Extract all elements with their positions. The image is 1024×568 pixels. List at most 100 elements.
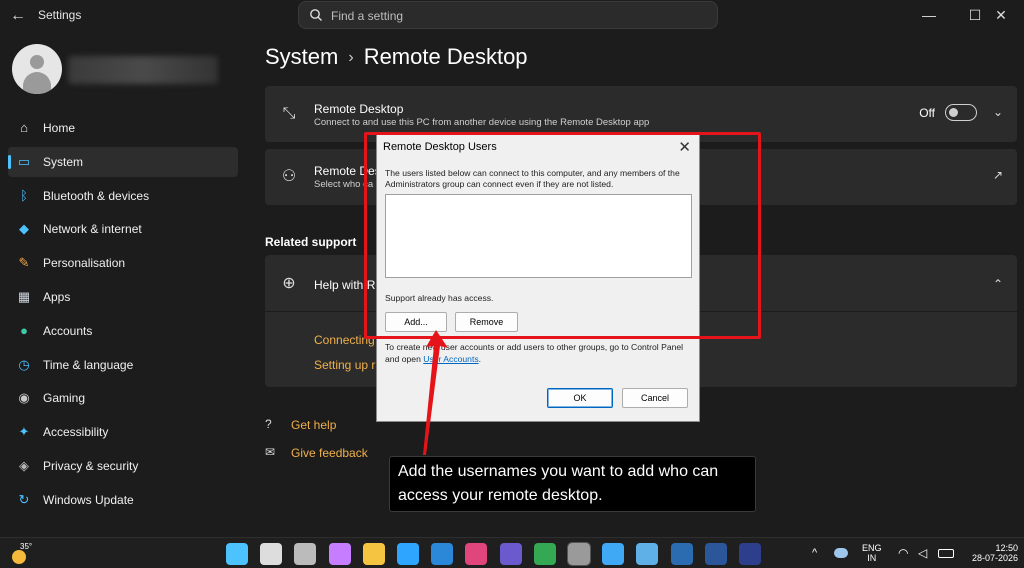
accounts-icon: ● bbox=[20, 322, 28, 338]
sidebar-item-bluetooth-devices[interactable]: ᛒ Bluetooth & devices bbox=[8, 181, 238, 211]
clock[interactable]: 12:50 28-07-2026 bbox=[958, 543, 1018, 563]
help-icon: ? bbox=[265, 417, 272, 431]
search-input[interactable] bbox=[331, 6, 701, 26]
clock-globe-icon: ◷ bbox=[18, 356, 30, 372]
brush-icon: ✎ bbox=[18, 255, 30, 271]
copilot-icon[interactable] bbox=[328, 543, 351, 565]
sidebar-item-label: Apps bbox=[43, 289, 71, 304]
globe-icon: ⊕ bbox=[282, 275, 296, 292]
support-note: Support already has access. bbox=[385, 293, 494, 303]
remote-desktop-users-title: Remote Des bbox=[314, 164, 381, 178]
sidebar-item-label: Windows Update bbox=[43, 492, 134, 507]
breadcrumb-separator: › bbox=[348, 49, 354, 66]
chevron-down-icon[interactable]: ⌄ bbox=[993, 105, 1003, 119]
remote-desktop-users-dialog: Remote Desktop Users ✕ The users listed … bbox=[376, 134, 700, 422]
cancel-button[interactable]: Cancel bbox=[622, 388, 688, 408]
sidebar-item-accounts[interactable]: ● Accounts bbox=[8, 316, 238, 346]
taskbar: 35° ^ ENG IN ◠ ◁ 12:50 28-07-2026 bbox=[0, 537, 1024, 568]
sidebar-item-label: Network & internet bbox=[43, 222, 142, 237]
username-redacted bbox=[68, 56, 218, 84]
system-icon: ▭ bbox=[17, 153, 31, 169]
user-accounts-link[interactable]: User Accounts bbox=[423, 354, 478, 364]
minimize-button[interactable]: — bbox=[906, 2, 952, 28]
sidebar-item-label: Bluetooth & devices bbox=[43, 188, 150, 203]
sidebar-item-label: Accounts bbox=[43, 323, 93, 338]
edge-icon[interactable] bbox=[397, 543, 419, 565]
sidebar-item-network-internet[interactable]: ◆ Network & internet bbox=[8, 214, 238, 244]
weather-icon bbox=[12, 550, 26, 564]
settings-icon[interactable] bbox=[567, 542, 591, 566]
accessibility-icon: ✦ bbox=[18, 424, 30, 440]
annotation-callout: Add the usernames you want to add who ca… bbox=[389, 456, 756, 512]
dialog-close-icon[interactable]: ✕ bbox=[678, 138, 691, 156]
remote-desktop-toggle[interactable] bbox=[945, 104, 977, 121]
word-icon[interactable] bbox=[704, 543, 727, 565]
chrome-icon[interactable] bbox=[533, 543, 556, 565]
help-link-connecting[interactable]: Connecting bbox=[314, 333, 375, 347]
paint-icon[interactable] bbox=[636, 543, 659, 565]
sidebar-item-apps[interactable]: ▦ Apps bbox=[8, 282, 238, 312]
home-icon: ⌂ bbox=[20, 120, 28, 135]
title-bar: ← Settings — ☐ ✕ bbox=[0, 0, 1024, 32]
remote-desktop-users-subtitle: Select who ca bbox=[314, 179, 374, 190]
slack-icon[interactable] bbox=[465, 543, 488, 565]
sidebar-item-label: System bbox=[43, 154, 84, 169]
help-link-setting-up[interactable]: Setting up r bbox=[314, 358, 375, 372]
sidebar-item-home[interactable]: ⌂ Home bbox=[8, 113, 238, 143]
sidebar-item-label: Accessibility bbox=[43, 425, 109, 440]
photos-icon[interactable] bbox=[602, 543, 625, 565]
wifi-icon: ◆ bbox=[19, 221, 29, 237]
sidebar-item-personalisation[interactable]: ✎ Personalisation bbox=[8, 248, 238, 278]
app-title: Settings bbox=[38, 8, 82, 22]
close-button[interactable]: ✕ bbox=[978, 2, 1024, 28]
tray-chevron-icon[interactable]: ^ bbox=[812, 547, 817, 559]
snipping-tool-icon[interactable] bbox=[499, 543, 522, 565]
open-external-icon[interactable]: ↗ bbox=[993, 168, 1003, 182]
remote-desktop-subtitle: Connect to and use this PC from another … bbox=[314, 117, 650, 128]
sidebar-item-time-language[interactable]: ◷ Time & language bbox=[8, 350, 238, 380]
sidebar-item-privacy-security[interactable]: ◈ Privacy & security bbox=[8, 451, 238, 481]
chevron-up-icon[interactable]: ⌃ bbox=[993, 277, 1003, 291]
cloud-icon[interactable] bbox=[834, 548, 848, 558]
breadcrumb: System › Remote Desktop bbox=[265, 44, 528, 70]
breadcrumb-parent[interactable]: System bbox=[265, 44, 338, 69]
shield-icon: ◈ bbox=[19, 457, 29, 473]
sidebar-item-label: Home bbox=[43, 121, 76, 135]
dialog-description: The users listed below can connect to th… bbox=[385, 168, 680, 189]
avatar[interactable] bbox=[12, 44, 62, 94]
sidebar-item-system[interactable]: ▭ System bbox=[8, 146, 238, 177]
dialog-info-text: To create new user accounts or add users… bbox=[385, 342, 684, 364]
related-support-heading: Related support bbox=[265, 235, 357, 249]
users-listbox[interactable] bbox=[385, 194, 692, 278]
sidebar-item-label: Gaming bbox=[43, 391, 86, 406]
sidebar-item-accessibility[interactable]: ✦ Accessibility bbox=[8, 417, 238, 447]
sidebar-item-gaming[interactable]: ◉ Gaming bbox=[8, 383, 238, 413]
add-user-button[interactable]: Add... bbox=[385, 312, 447, 332]
task-view-icon[interactable] bbox=[294, 543, 317, 565]
ok-button[interactable]: OK bbox=[547, 388, 613, 408]
back-button[interactable]: ← bbox=[8, 6, 28, 26]
language-indicator[interactable]: ENG IN bbox=[862, 543, 882, 563]
battery-icon[interactable] bbox=[938, 549, 954, 558]
search-box[interactable] bbox=[298, 1, 718, 29]
store-icon[interactable] bbox=[431, 543, 454, 565]
bluetooth-icon: ᛒ bbox=[20, 187, 28, 203]
toggle-state-label: Off bbox=[919, 106, 935, 120]
remote-desktop-icon[interactable] bbox=[670, 543, 693, 565]
start-icon[interactable] bbox=[226, 543, 248, 565]
sidebar-item-windows-update[interactable]: ↻ Windows Update bbox=[8, 485, 238, 515]
remote-desktop-title: Remote Desktop bbox=[314, 102, 404, 116]
remove-user-button[interactable]: Remove bbox=[455, 312, 518, 332]
apps-icon: ▦ bbox=[17, 288, 31, 304]
dialog-title: Remote Desktop Users bbox=[383, 141, 497, 153]
volume-icon[interactable]: ◁ bbox=[918, 546, 927, 560]
sidebar-nav: ⌂ Home ▭ System ᛒ Bluetooth & devices ◆ Network… bbox=[8, 113, 238, 519]
sidebar-item-label: Personalisation bbox=[43, 256, 126, 271]
powershell-icon[interactable] bbox=[739, 543, 761, 565]
remote-desktop-icon: ⤡ bbox=[282, 105, 296, 122]
weather-widget[interactable]: 35° bbox=[8, 542, 38, 566]
file-explorer-icon[interactable] bbox=[362, 543, 385, 565]
wifi-icon[interactable]: ◠ bbox=[898, 546, 908, 560]
search-icon[interactable] bbox=[260, 543, 283, 565]
help-card-title: Help with Re bbox=[314, 278, 383, 292]
